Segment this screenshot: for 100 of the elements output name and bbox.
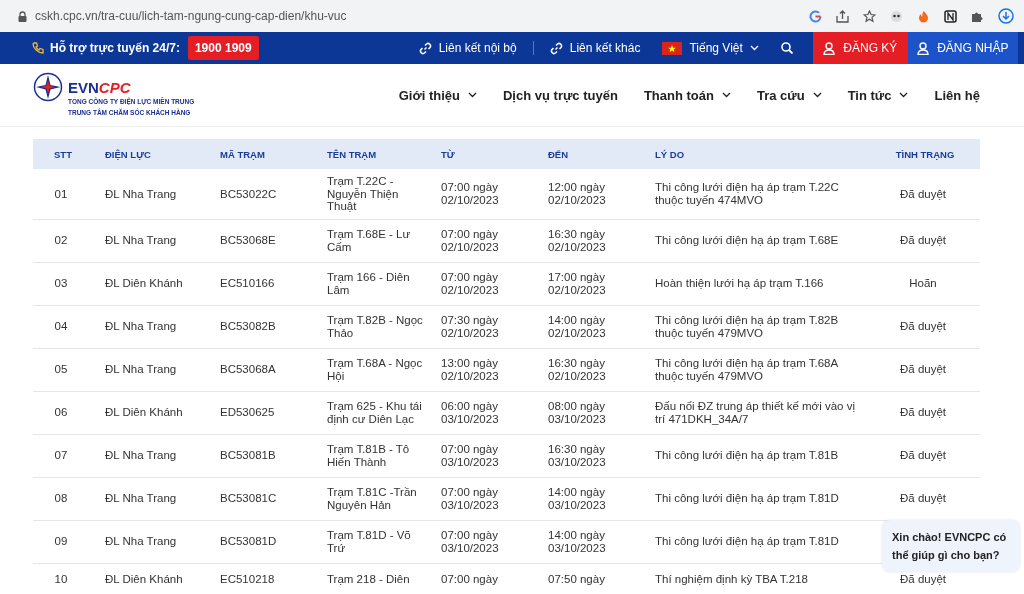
table-cell: 07:00 ngày 03/10/2023 bbox=[429, 477, 536, 520]
table-cell: 10 bbox=[33, 563, 93, 594]
table-cell: ĐL Nha Trang bbox=[93, 348, 208, 391]
table-cell: Thi công lưới điện hạ áp trạm T.81D bbox=[643, 477, 870, 520]
table-cell: BC53022C bbox=[208, 169, 315, 219]
table-cell: Thi công lưới điện hạ áp trạm T.82B thuộc tuyến 479MVO bbox=[643, 305, 870, 348]
table-cell: 07:00 ngày 03/10/2023 bbox=[429, 520, 536, 563]
flame-icon[interactable] bbox=[917, 9, 930, 23]
table-cell: 07:00 ngày 03/10/2023 bbox=[429, 434, 536, 477]
hotline-badge[interactable]: 1900 1909 bbox=[187, 36, 259, 60]
table-cell: 07:00 ngày bbox=[429, 563, 536, 594]
table-cell: 08 bbox=[33, 477, 93, 520]
table-cell: ĐL Nha Trang bbox=[93, 305, 208, 348]
table-cell: Đấu nối ĐZ trung áp thiết kế mới vào vị trí 471DKH_34A/7 bbox=[643, 391, 870, 434]
table-cell: Trạm T.81B - Tô Hiến Thành bbox=[315, 434, 429, 477]
table-cell: EC510218 bbox=[208, 563, 315, 594]
lock-icon bbox=[18, 10, 27, 22]
table-cell: 01 bbox=[33, 169, 93, 219]
column-header: MÃ TRẠM bbox=[208, 139, 315, 169]
column-header: ĐẾN bbox=[536, 139, 643, 169]
table-cell: Thi công lưới điện hạ áp trạm T.22C thuộc tuyến 474MVO bbox=[643, 169, 870, 219]
chevron-icon bbox=[721, 92, 731, 98]
table-cell: 07 bbox=[33, 434, 93, 477]
link-icon bbox=[418, 41, 432, 55]
user-icon bbox=[917, 41, 930, 55]
table-cell: 16:30 ngày 03/10/2023 bbox=[536, 434, 643, 477]
user-icon bbox=[823, 41, 836, 55]
table-cell: Đã duyệt bbox=[870, 434, 980, 477]
google-icon[interactable] bbox=[809, 9, 822, 23]
table-cell: 05 bbox=[33, 348, 93, 391]
table-cell: BC53081C bbox=[208, 477, 315, 520]
column-header: TÊN TRẠM bbox=[315, 139, 429, 169]
table-cell: ĐL Diên Khánh bbox=[93, 262, 208, 305]
table-cell: 04 bbox=[33, 305, 93, 348]
nav-item[interactable]: Liên hệ bbox=[934, 87, 980, 103]
login-button[interactable]: ĐĂNG NHẬP bbox=[907, 32, 1018, 64]
extension-icon[interactable] bbox=[890, 9, 903, 23]
table-cell: BC53082B bbox=[208, 305, 315, 348]
table-cell: BC53068A bbox=[208, 348, 315, 391]
table-cell: ĐL Diên Khánh bbox=[93, 563, 208, 594]
star-icon[interactable] bbox=[863, 9, 876, 23]
table-cell: Hoàn thiện lưới hạ áp trạm T.166 bbox=[643, 262, 870, 305]
table-cell: Thi công lưới điện hạ áp trạm T.81B bbox=[643, 434, 870, 477]
extension-icon[interactable] bbox=[944, 9, 957, 23]
table-cell: Đã duyệt bbox=[870, 348, 980, 391]
table-cell: 16:30 ngày 02/10/2023 bbox=[536, 219, 643, 262]
table-cell: 07:00 ngày 02/10/2023 bbox=[429, 262, 536, 305]
table-cell: Trạm T.22C - Nguyễn Thiện Thuật bbox=[315, 169, 429, 219]
table-cell: 14:00 ngày 03/10/2023 bbox=[536, 477, 643, 520]
table-cell: 13:00 ngày 02/10/2023 bbox=[429, 348, 536, 391]
download-icon[interactable] bbox=[998, 8, 1014, 24]
table-cell: Trạm T.68A - Ngọc Hội bbox=[315, 348, 429, 391]
table-cell: Thi công lưới điện hạ áp trạm T.81D bbox=[643, 520, 870, 563]
share-icon[interactable] bbox=[836, 9, 849, 23]
other-links-link[interactable]: Liên kết khác bbox=[549, 41, 641, 55]
chevron-icon bbox=[899, 92, 909, 98]
chevron-icon bbox=[468, 92, 477, 98]
table-cell: Trạm 166 - Diên Lâm bbox=[315, 262, 429, 305]
search-icon[interactable] bbox=[780, 42, 793, 54]
table-cell: Trạm T.82B - Ngọc Thảo bbox=[315, 305, 429, 348]
column-header: LÝ DO bbox=[643, 139, 870, 169]
nav-item[interactable]: Tin tức bbox=[847, 87, 909, 103]
table-cell: 09 bbox=[33, 520, 93, 563]
table-cell: BC53068E bbox=[208, 219, 315, 262]
table-cell: Thi công lưới điện hạ áp trạm T.68E bbox=[643, 219, 870, 262]
column-header: TỪ bbox=[429, 139, 536, 169]
link-icon bbox=[549, 41, 563, 55]
table-cell: Đã duyệt bbox=[870, 305, 980, 348]
nav-item[interactable]: Tra cứu bbox=[756, 87, 822, 103]
table-cell: 03 bbox=[33, 262, 93, 305]
nav-item[interactable]: Dịch vụ trực tuyến bbox=[503, 87, 618, 103]
table-cell: Trạm 625 - Khu tái định cư Diên Lạc bbox=[315, 391, 429, 434]
table-cell: 14:00 ngày 02/10/2023 bbox=[536, 305, 643, 348]
table-cell: 07:00 ngày 02/10/2023 bbox=[429, 219, 536, 262]
language-selector[interactable]: Tiếng Việt bbox=[662, 41, 759, 55]
table-cell: 08:00 ngày 03/10/2023 bbox=[536, 391, 643, 434]
table-cell: Đã duyệt bbox=[870, 219, 980, 262]
nav-item[interactable]: Giới thiệu bbox=[398, 87, 477, 103]
register-button[interactable]: ĐĂNG KÝ bbox=[812, 32, 908, 64]
table-cell: BC53081D bbox=[208, 520, 315, 563]
table-cell: Đã duyệt bbox=[870, 169, 980, 219]
column-header: STT bbox=[33, 139, 93, 169]
table-cell: 12:00 ngày 02/10/2023 bbox=[536, 169, 643, 219]
chevron-icon bbox=[749, 45, 759, 51]
table-cell: 06 bbox=[33, 391, 93, 434]
table-cell: 14:00 ngày 03/10/2023 bbox=[536, 520, 643, 563]
table-cell: 07:50 ngày bbox=[536, 563, 643, 594]
nav-item[interactable]: Thanh toán bbox=[643, 87, 731, 103]
table-cell: Hoãn bbox=[870, 262, 980, 305]
internal-links-link[interactable]: Liên kết nội bộ bbox=[418, 41, 517, 55]
table-cell: Trạm T.68E - Lư Cấm bbox=[315, 219, 429, 262]
phone-icon bbox=[32, 42, 44, 54]
table-cell: 07:30 ngày 02/10/2023 bbox=[429, 305, 536, 348]
table-cell: ĐL Nha Trang bbox=[93, 520, 208, 563]
brand-name: EVNCPC bbox=[68, 78, 131, 96]
table-cell: ĐL Nha Trang bbox=[93, 434, 208, 477]
table-cell: 06:00 ngày 03/10/2023 bbox=[429, 391, 536, 434]
table-cell: 16:30 ngày 02/10/2023 bbox=[536, 348, 643, 391]
table-cell: ĐL Nha Trang bbox=[93, 219, 208, 262]
chat-bubble[interactable]: Xin chào! EVNCPC có thể giúp gì cho bạn? bbox=[882, 520, 1020, 572]
